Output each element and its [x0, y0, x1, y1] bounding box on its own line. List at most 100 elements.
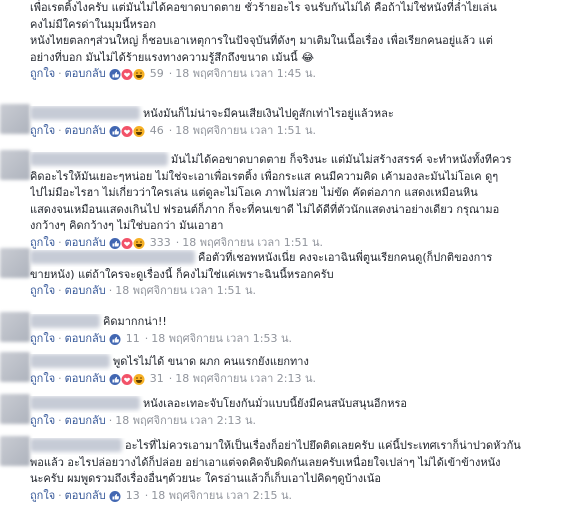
avatar[interactable]: [0, 436, 30, 466]
avatar[interactable]: [0, 104, 30, 134]
separator: ·: [144, 331, 149, 345]
comment-line: หนังมันก็ไม่น่าจะมีคนเสียเงินไปดูสักเท่า…: [143, 107, 394, 120]
like-love-haha-icon: [109, 125, 145, 137]
comment-thread: เพื่อเรตติ้งไงครับ แต่มันไม่ได้คอขาดบาดต…: [0, 0, 570, 505]
comment-actions: ถูกใจ · ตอบกลับ 333 · 18 พฤศจิกายน เวลา 1:51…: [30, 235, 566, 251]
like-link[interactable]: ถูกใจ: [30, 284, 55, 297]
comment-line: เพื่อเรตติ้งไงครับ แต่มันไม่ได้คอขาดบาดต…: [30, 1, 497, 14]
reactions[interactable]: [109, 68, 145, 81]
like-link[interactable]: ถูกใจ: [30, 489, 55, 502]
reaction-count[interactable]: 13: [126, 489, 140, 502]
reply-link[interactable]: ตอบกลับ: [65, 124, 106, 137]
separator: ·: [58, 413, 62, 427]
separator: ·: [58, 67, 62, 80]
comment-line: หนังไทยตลกๆส่วนใหญ่ ก็ชอบเอาเหตุการในปัจ…: [30, 34, 493, 47]
separator: ·: [108, 413, 113, 427]
comment-line: หนังเลอะเทอะจับโยงกันมั่วแบบนี้ยังมีคนสน…: [143, 397, 407, 410]
comment-line: นะครับ ผมพูดรวมถึงเรื่องอื่นๆด้วยนะ ใครอ…: [30, 472, 382, 485]
comment-line: พอแล้ว อะไรปล่อยวางได้ก็ปล่อย อย่าเอาแต่…: [30, 455, 501, 469]
like-love-haha-icon: [109, 373, 145, 385]
timestamp[interactable]: 18 พฤศจิกายน เวลา 1:51 น.: [182, 236, 323, 249]
comment-line: คือตัวที่เชอพหนังเนี่ย คงจะเอาฉินพี่ตูนเ…: [198, 251, 493, 264]
comment-line: คงไม่มีใครด่าในมุมนี้หรอก: [30, 17, 157, 31]
like-link[interactable]: ถูกใจ: [30, 67, 55, 80]
avatar[interactable]: [0, 150, 30, 180]
reaction-count[interactable]: 46: [150, 124, 164, 137]
reply-link[interactable]: ตอบกลับ: [65, 489, 106, 502]
comment-line: พูดไรไม่ได้ ขนาด ผภก คนแรกยังแยกทาง: [113, 355, 309, 368]
author-name[interactable]: [30, 106, 140, 120]
reaction-count[interactable]: 11: [126, 332, 140, 345]
reply-link[interactable]: ตอบกลับ: [65, 284, 106, 297]
reply-link[interactable]: ตอบกลับ: [65, 372, 106, 385]
timestamp[interactable]: 18 พฤศจิกายน เวลา 2:13 น.: [175, 372, 316, 385]
comment-line: คิดอะไรให้มันเยอะๆหน่อย ไม่ใช่จะเอาเพื่อ…: [30, 169, 499, 183]
like-link[interactable]: ถูกใจ: [30, 124, 55, 137]
reaction-count[interactable]: 59: [150, 67, 164, 80]
avatar[interactable]: [0, 312, 30, 342]
avatar[interactable]: [0, 394, 30, 424]
reactions[interactable]: [109, 237, 145, 250]
separator: ·: [108, 284, 113, 297]
separator: ·: [58, 123, 62, 137]
comment-line: อะไรที่ไม่ควรเอามาให้เป็นเรื่องก็อย่าไปย…: [125, 439, 521, 452]
comment-actions: ถูกใจ · ตอบกลับ 46 · 18 พฤศจิกายน เวลา 1:51 …: [30, 123, 566, 139]
reply-link[interactable]: ตอบกลับ: [65, 414, 106, 427]
timestamp[interactable]: 18 พฤศจิกายน เวลา 1:51 น.: [175, 124, 316, 137]
comment-text: หนังมันก็ไม่น่าจะมีคนเสียเงินไปดูสักเท่า…: [30, 106, 566, 123]
comment-body: คิดมากกน่า!! ถูกใจ · ตอบกลับ 11 · 18 พฤศจิกา…: [30, 314, 566, 347]
like-link[interactable]: ถูกใจ: [30, 236, 55, 249]
like-link[interactable]: ถูกใจ: [30, 414, 55, 427]
reactions[interactable]: [109, 125, 145, 138]
timestamp[interactable]: 18 พฤศจิกายน เวลา 1:53 น.: [151, 332, 292, 345]
comment-body: หนังมันก็ไม่น่าจะมีคนเสียเงินไปดูสักเท่า…: [30, 106, 566, 139]
comment-line: ไปไม่มีอะไรฮา ไม่เกี่ยวว่าใครเล่น แต่ดูล…: [30, 186, 478, 199]
timestamp[interactable]: 18 พฤศจิกายน เวลา 1:45 น.: [175, 67, 316, 80]
separator: ·: [58, 235, 62, 249]
comment-body: เพื่อเรตติ้งไงครับ แต่มันไม่ได้คอขาดบาดต…: [30, 0, 566, 82]
reactions[interactable]: [109, 373, 145, 386]
comment-line: แสดงจนเหมือนแสดงเกินไป ฟรอนต์ก็ภาก ก็จะท…: [30, 202, 500, 216]
reaction-count[interactable]: 333: [150, 236, 171, 249]
comment-actions: ถูกใจ · ตอบกลับ · 18 พฤศจิกายน เวลา 2:13 น.: [30, 413, 566, 429]
timestamp[interactable]: 18 พฤศจิกายน เวลา 2:15 น.: [151, 489, 292, 502]
reply-link[interactable]: ตอบกลับ: [65, 67, 106, 80]
separator: ·: [175, 235, 180, 249]
separator: ·: [58, 284, 62, 297]
comment-actions: ถูกใจ · ตอบกลับ 11 · 18 พฤศจิกายน เวลา 1:53 …: [30, 331, 566, 347]
comment-body: พูดไรไม่ได้ ขนาด ผภก คนแรกยังแยกทาง ถูกใ…: [30, 354, 566, 387]
like-love-haha-icon: [109, 237, 145, 249]
separator: ·: [144, 488, 149, 502]
comment-actions: ถูกใจ · ตอบกลับ · 18 พฤศจิกายน เวลา 1:51 น.: [30, 283, 566, 299]
comment-body: หนังเลอะเทอะจับโยงกันมั่วแบบนี้ยังมีคนสน…: [30, 396, 566, 429]
comment-line: มันไม่ได้คอขาดบาดตาย ก็จริงนะ แต่มันไม่ส…: [171, 153, 512, 166]
like-link[interactable]: ถูกใจ: [30, 372, 55, 385]
author-name[interactable]: [30, 152, 168, 166]
timestamp[interactable]: 18 พฤศจิกายน เวลา 2:13 น.: [115, 414, 256, 427]
comment-actions: ถูกใจ · ตอบกลับ 31 · 18 พฤศจิกายน เวลา 2:13 …: [30, 371, 566, 387]
avatar[interactable]: [0, 352, 30, 382]
comment-line: อย่างที่บอก มันไม่ได้ร้ายแรงทางความรู้สึ…: [30, 50, 315, 64]
author-name[interactable]: [30, 314, 100, 328]
separator: ·: [168, 123, 173, 137]
comment-body: คือตัวที่เชอพหนังเนี่ย คงจะเอาฉินพี่ตูนเ…: [30, 250, 566, 299]
reactions[interactable]: [109, 490, 121, 503]
author-name[interactable]: [30, 354, 110, 368]
timestamp[interactable]: 18 พฤศจิกายน เวลา 1:51 น.: [115, 284, 256, 297]
author-name[interactable]: [30, 396, 140, 410]
reply-link[interactable]: ตอบกลับ: [65, 332, 106, 345]
like-icon: [109, 333, 121, 345]
author-name[interactable]: [30, 250, 195, 264]
comment-text: คิดมากกน่า!!: [30, 314, 566, 331]
reply-link[interactable]: ตอบกลับ: [65, 236, 106, 249]
reactions[interactable]: [109, 333, 121, 346]
comment-text: มันไม่ได้คอขาดบาดตาย ก็จริงนะ แต่มันไม่ส…: [30, 152, 566, 235]
separator: ·: [168, 371, 173, 385]
reaction-count[interactable]: 31: [150, 372, 164, 385]
avatar[interactable]: [0, 248, 30, 278]
separator: ·: [58, 371, 62, 385]
like-link[interactable]: ถูกใจ: [30, 332, 55, 345]
comment-text: อะไรที่ไม่ควรเอามาให้เป็นเรื่องก็อย่าไปย…: [30, 438, 566, 488]
author-name[interactable]: [30, 438, 122, 452]
comment-actions: ถูกใจ · ตอบกลับ 13 · 18 พฤศจิกายน เวลา 2:15 …: [30, 488, 566, 504]
